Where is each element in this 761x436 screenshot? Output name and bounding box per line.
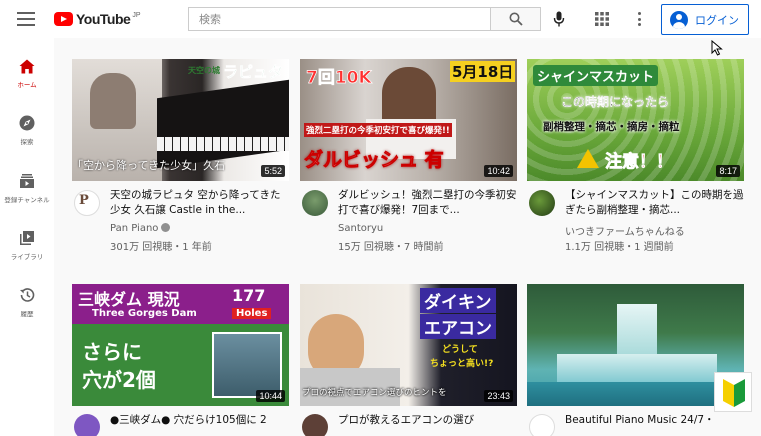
- mic-button[interactable]: [549, 9, 569, 29]
- thumb-text: 177: [232, 286, 266, 305]
- channel-avatar[interactable]: [302, 190, 328, 216]
- sidebar-item-label: ホーム: [17, 81, 37, 89]
- thumb-text: 三峡ダム 現況: [78, 290, 180, 309]
- video-thumbnail[interactable]: 三峡ダム 現況 177 Three Gorges Dam Holes さらに 穴…: [72, 284, 289, 406]
- mouse-cursor-icon: [711, 40, 723, 56]
- sidebar-item-library[interactable]: ライブラリ: [0, 229, 54, 269]
- thumb-text: 注意！！: [605, 152, 674, 173]
- thumbnail-art: [527, 382, 744, 406]
- avatar-art: P: [79, 193, 89, 208]
- thumbnail-art: [212, 332, 282, 398]
- thumb-text: 「空から降ってきた少女」久石: [72, 159, 226, 172]
- warning-icon: [577, 149, 599, 168]
- logo-region: JP: [132, 11, 141, 19]
- search-icon: [509, 12, 523, 26]
- thumb-text: プロの視点でエアコン選びのヒントを: [302, 388, 447, 398]
- sidebar-item-label: 探索: [20, 138, 34, 146]
- channel-avatar[interactable]: [529, 414, 555, 436]
- thumb-text: エアコン: [420, 314, 496, 339]
- account-icon: [670, 10, 688, 29]
- thumb-text: 5月18日: [450, 61, 516, 82]
- top-bar: YouTube JP ログイン: [0, 0, 761, 38]
- thumb-text: 副梢整理・摘芯・摘房・摘粒: [543, 121, 680, 133]
- video-duration: 23:43: [484, 390, 513, 402]
- sidebar-item-label: ライブラリ: [10, 253, 44, 261]
- video-thumbnail[interactable]: [527, 284, 744, 406]
- channel-avatar[interactable]: P: [74, 190, 100, 216]
- thumb-text: ダイキン: [420, 288, 496, 313]
- sidebar-item-history[interactable]: 履歴: [0, 286, 54, 326]
- menu-icon[interactable]: [17, 12, 35, 26]
- video-title[interactable]: Beautiful Piano Music 24/7・: [565, 413, 745, 428]
- channel-avatar[interactable]: [302, 414, 328, 436]
- thumb-text: この時期になったら: [561, 95, 670, 109]
- thumb-text: 穴が2個: [82, 368, 156, 392]
- video-duration: 8:17: [716, 165, 740, 177]
- youtube-play-icon: [54, 12, 73, 26]
- video-title[interactable]: プロが教えるエアコンの選び: [338, 413, 518, 428]
- video-meta: 1.1万 回視聴・1 週間前: [565, 242, 674, 253]
- channel-name[interactable]: いつきファームちゃんねる: [565, 223, 685, 238]
- channel-avatar[interactable]: [529, 190, 555, 216]
- home-icon: [18, 57, 36, 75]
- sidebar: ホーム 探索 登録チャンネル ライブラリ 履歴: [0, 38, 54, 436]
- video-title[interactable]: ダルビッシュ！強烈二塁打の今季初安打で喜び爆発！7回まで...: [338, 188, 518, 218]
- video-thumbnail[interactable]: シャインマスカット この時期になったら 副梢整理・摘芯・摘房・摘粒 注意！！ 8…: [527, 59, 744, 181]
- thumb-text: ラピュタ: [223, 63, 284, 82]
- sidebar-item-subscriptions[interactable]: 登録チャンネル: [0, 172, 54, 212]
- video-duration: 10:42: [484, 165, 513, 177]
- sidebar-item-explore[interactable]: 探索: [0, 114, 54, 154]
- thumb-text: Three Gorges Dam: [92, 308, 197, 319]
- apps-icon[interactable]: [593, 10, 611, 28]
- more-vert-icon[interactable]: [631, 10, 647, 28]
- thumbnail-art: [157, 137, 289, 151]
- thumb-text: 7回10K: [306, 68, 372, 89]
- video-duration: 5:52: [261, 165, 285, 177]
- thumb-text: 天空の城: [188, 66, 220, 75]
- video-thumbnail[interactable]: ダイキン エアコン どうして ちょっと高い!? プロの視点でエアコン選びのヒント…: [300, 284, 517, 406]
- verified-icon: [161, 223, 171, 232]
- logo-text: YouTube: [76, 11, 131, 27]
- video-meta: 15万 回視聴・7 時間前: [338, 242, 444, 253]
- subscriptions-icon: [18, 172, 36, 190]
- channel-name[interactable]: Santoryu: [338, 223, 383, 234]
- thumb-text: シャインマスカット: [533, 65, 659, 86]
- thumb-text: Holes: [232, 308, 272, 319]
- thumb-text: さらに: [82, 340, 142, 364]
- login-button[interactable]: ログイン: [661, 4, 749, 35]
- video-duration: 10:44: [256, 390, 285, 402]
- sidebar-item-label: 登録チャンネル: [4, 196, 50, 204]
- video-meta: 301万 回視聴・1 年前: [110, 242, 212, 253]
- explore-icon: [18, 114, 36, 132]
- library-icon: [18, 229, 36, 247]
- beginner-mark-icon: [714, 372, 752, 412]
- video-title[interactable]: 【シャインマスカット】この時期を過ぎたら副梢整理・摘芯...: [565, 188, 745, 218]
- video-title[interactable]: 天空の城ラピュタ 空から降ってきた少女 久石譲 Castle in the...: [110, 188, 290, 218]
- thumb-text: ちょっと高い!?: [430, 359, 494, 369]
- youtube-logo[interactable]: YouTube JP: [54, 11, 140, 27]
- video-thumbnail[interactable]: 7回10K 5月18日 強烈二塁打の今季初安打で喜び爆発!! ダルビッシュ 有 …: [300, 59, 517, 181]
- video-thumbnail[interactable]: 天空の城 ラピュタ 「空から降ってきた少女」久石 5:52: [72, 59, 289, 181]
- channel-name[interactable]: Pan Piano: [110, 223, 171, 234]
- thumb-text: ダルビッシュ 有: [304, 149, 444, 172]
- channel-name-text: Pan Piano: [110, 223, 159, 234]
- thumbnail-art: [557, 354, 717, 384]
- channel-avatar[interactable]: [74, 414, 100, 436]
- thumb-text: 強烈二塁打の今季初安打で喜び爆発!!: [304, 123, 452, 137]
- sidebar-item-label: 履歴: [20, 310, 34, 318]
- history-icon: [18, 286, 36, 304]
- mic-icon: [553, 11, 565, 27]
- thumbnail-art: [90, 73, 136, 129]
- thumb-text: どうして: [442, 345, 478, 355]
- login-label: ログイン: [695, 13, 739, 27]
- thumbnail-art: [157, 79, 289, 169]
- sidebar-item-home[interactable]: ホーム: [0, 57, 54, 97]
- video-title[interactable]: ●三峡ダム● 穴だらけ105個に 2: [110, 413, 290, 428]
- search-button[interactable]: [491, 7, 541, 31]
- search-input[interactable]: [188, 7, 491, 31]
